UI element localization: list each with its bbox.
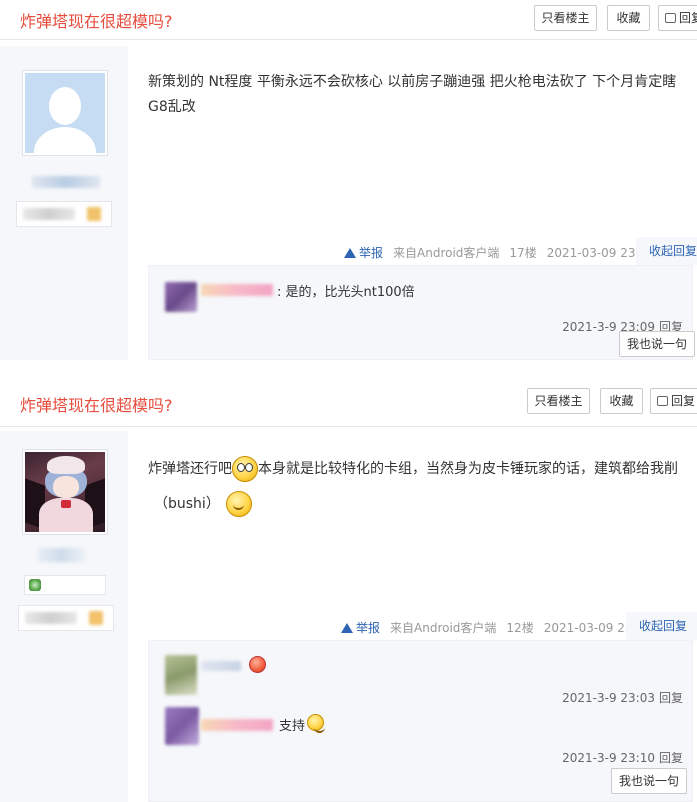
- say-something-button[interactable]: 我也说一句: [619, 331, 695, 357]
- member-badge-icon[interactable]: [29, 579, 41, 591]
- favorite-button[interactable]: 收藏: [607, 5, 650, 31]
- comment-box: : 是的，比光头nt100倍 2021-3-9 23:09 回复 我也说一句: [148, 265, 695, 360]
- post-content-line2: （bushi）: [148, 487, 693, 521]
- say-something-button[interactable]: 我也说一句: [611, 768, 687, 794]
- comment-box: 2021-3-9 23:03 回复 支持 2021-3-9 23:10 回复 我也说…: [148, 640, 693, 802]
- badge-row: [24, 575, 106, 595]
- thread-title[interactable]: 炸弹塔现在很超模吗?: [20, 392, 173, 416]
- thread-header: 炸弹塔现在很超模吗? 只看楼主 收藏 回复: [0, 0, 697, 40]
- reply-bubble-icon: [665, 13, 676, 23]
- comment-reply-link[interactable]: 回复: [659, 751, 683, 765]
- comment-text: : 是的，比光头nt100倍: [277, 285, 415, 300]
- reply-button[interactable]: 回复: [658, 5, 697, 31]
- client-source: 来自Android客户端: [393, 246, 500, 260]
- author-sidebar: [0, 431, 128, 802]
- warning-triangle-icon: [344, 248, 356, 258]
- post-panel-1: 炸弹塔现在很超模吗? 只看楼主 收藏 回复 新策划的 Nt程度 平衡永远不会砍核…: [0, 0, 697, 360]
- anime-character-avatar-icon: [25, 452, 105, 532]
- username-blurred[interactable]: [32, 176, 100, 188]
- post-meta: 举报 来自Android客户端 17楼 2021-03-09 23:08: [344, 244, 655, 261]
- comment-item: 支持 2021-3-9 23:10 回复: [161, 707, 683, 765]
- report-link[interactable]: 举报: [341, 621, 380, 635]
- only-op-button[interactable]: 只看楼主: [534, 5, 597, 31]
- commenter-avatar-blurred[interactable]: [165, 282, 197, 312]
- level-badge[interactable]: [18, 605, 114, 631]
- avatar[interactable]: [22, 70, 108, 156]
- report-label: 举报: [356, 621, 381, 635]
- comment-text: 支持: [279, 719, 306, 734]
- comment-time: 2021-3-9 23:03: [562, 691, 655, 705]
- default-avatar-icon: [25, 73, 105, 153]
- author-sidebar: [0, 46, 128, 360]
- post-content: 新策划的 Nt程度 平衡永远不会砍核心 以前房子蹦迪强 把火枪电法砍了 下个月肯…: [148, 74, 677, 115]
- floor-number: 12楼: [506, 621, 534, 635]
- level-name-blurred: [25, 612, 77, 624]
- post-content-line1: 炸弹塔还行吧 本身就是比较特化的卡组，当然身为皮卡锤玩家的话，建筑都给我削: [148, 451, 693, 487]
- reply-bubble-icon: [657, 396, 668, 406]
- avatar[interactable]: [22, 449, 108, 535]
- reply-button[interactable]: 回复: [650, 388, 697, 414]
- comment-meta: 2021-3-9 23:10 回复: [562, 749, 683, 766]
- level-badge[interactable]: [16, 201, 112, 227]
- commenter-name-blurred[interactable]: [201, 719, 273, 731]
- level-number-blurred: [87, 207, 101, 221]
- commenter-name-blurred[interactable]: [201, 284, 273, 296]
- smile-emoji-icon: [307, 714, 325, 733]
- report-label: 举报: [359, 246, 384, 260]
- fold-reply-button[interactable]: 收起回复: [636, 237, 697, 265]
- level-name-blurred: [23, 208, 75, 220]
- post-text-part3: （bushi）: [154, 496, 220, 512]
- reply-button-label: 回复: [671, 394, 696, 408]
- comment-meta: 2021-3-9 23:03 回复: [562, 689, 683, 706]
- client-source: 来自Android客户端: [390, 621, 497, 635]
- comment-reply-link[interactable]: 回复: [659, 691, 683, 705]
- post-meta: 举报 来自Android客户端 12楼 2021-03-09 23:03: [341, 619, 652, 636]
- floor-number: 17楼: [509, 246, 537, 260]
- warning-triangle-icon: [341, 623, 353, 633]
- smile-emoji-icon: [225, 491, 252, 517]
- reply-button-label: 回复: [679, 11, 697, 25]
- post-text-part1: 炸弹塔还行吧: [148, 461, 232, 477]
- comment-time: 2021-3-9 23:10: [562, 751, 655, 765]
- commenter-avatar-blurred[interactable]: [165, 707, 199, 745]
- thread-title[interactable]: 炸弹塔现在很超模吗?: [20, 8, 173, 32]
- surprised-emoji-icon: [232, 456, 258, 482]
- username-blurred[interactable]: [38, 548, 86, 562]
- angry-emoji-icon: [249, 656, 266, 673]
- report-link[interactable]: 举报: [344, 246, 383, 260]
- favorite-button[interactable]: 收藏: [600, 388, 643, 414]
- screenshot-gap: [0, 360, 697, 381]
- commenter-avatar-blurred[interactable]: [165, 655, 197, 695]
- only-op-button[interactable]: 只看楼主: [527, 388, 590, 414]
- comment-item: 2021-3-9 23:03 回复: [161, 651, 683, 705]
- comment-item: : 是的，比光头nt100倍 2021-3-9 23:09 回复: [161, 280, 683, 340]
- commenter-name-blurred[interactable]: [201, 661, 241, 671]
- fold-reply-button[interactable]: 收起回复: [626, 612, 697, 640]
- thread-header: 炸弹塔现在很超模吗? 只看楼主 收藏 回复: [0, 381, 697, 427]
- level-number-blurred: [89, 611, 103, 625]
- post-content: 炸弹塔还行吧 本身就是比较特化的卡组，当然身为皮卡锤玩家的话，建筑都给我削 （bu…: [148, 451, 693, 521]
- post-panel-2: 炸弹塔现在很超模吗? 只看楼主 收藏 回复 炸弹塔还行吧 本身就是比较特化的卡组，…: [0, 381, 697, 802]
- post-text-part2: 本身就是比较特化的卡组，当然身为皮卡锤玩家的话，建筑都给我削: [258, 461, 678, 477]
